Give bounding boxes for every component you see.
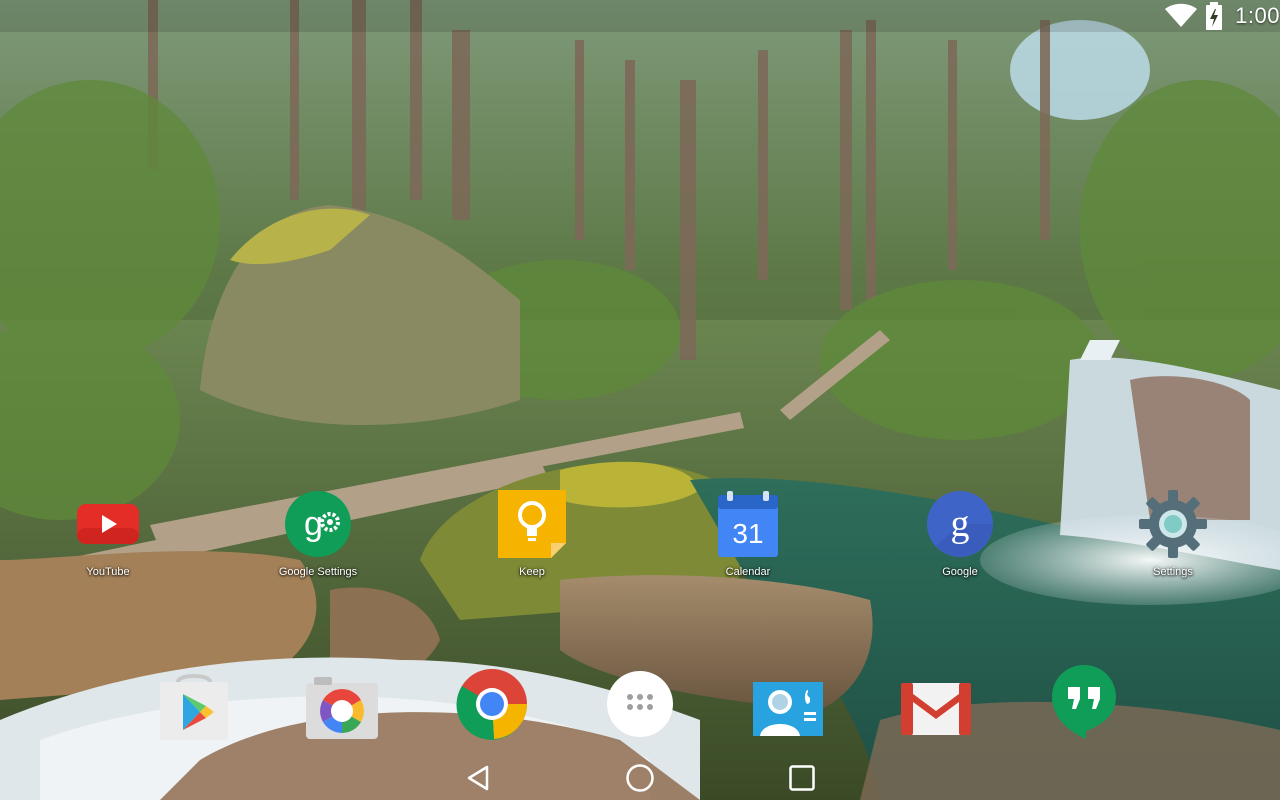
app-settings[interactable]: Settings (1113, 488, 1233, 588)
app-label: Calendar (725, 566, 771, 578)
app-label: Google (942, 566, 978, 578)
play-store-icon[interactable] (156, 670, 232, 746)
hangouts-icon[interactable] (1046, 664, 1122, 740)
status-bar: 1:00 (1020, 0, 1280, 32)
app-keep[interactable]: Keep (472, 488, 592, 588)
camera-icon[interactable] (304, 670, 380, 746)
svg-text:g: g (951, 503, 970, 545)
app-google-settings[interactable]: g Google Settings (258, 488, 378, 588)
app-label: YouTube (86, 566, 130, 578)
chrome-icon[interactable] (454, 666, 530, 742)
app-label: Settings (1153, 566, 1193, 578)
app-label: Google Settings (278, 566, 358, 578)
calendar-icon: 31 (712, 488, 784, 560)
back-icon[interactable] (448, 756, 508, 800)
app-youtube[interactable]: YouTube (48, 488, 168, 588)
youtube-icon (72, 488, 144, 560)
home-icon[interactable] (610, 756, 670, 800)
recents-icon[interactable] (772, 756, 832, 800)
google-settings-icon: g (282, 488, 354, 560)
keep-icon (496, 488, 568, 560)
app-google[interactable]: g Google (900, 488, 1020, 588)
all-apps-icon[interactable] (602, 666, 678, 742)
wifi-icon (1163, 3, 1199, 29)
google-icon: g (924, 488, 996, 560)
clock: 1:00 (1235, 3, 1280, 28)
app-label: Keep (519, 566, 545, 578)
settings-icon (1137, 488, 1209, 560)
contacts-icon[interactable] (750, 670, 826, 746)
navigation-bar (0, 756, 1280, 800)
svg-text:g: g (304, 505, 323, 543)
battery-charging-icon (1205, 2, 1223, 30)
svg-text:31: 31 (732, 518, 763, 549)
app-calendar[interactable]: 31 Calendar (688, 488, 808, 588)
gmail-icon[interactable] (898, 670, 974, 746)
